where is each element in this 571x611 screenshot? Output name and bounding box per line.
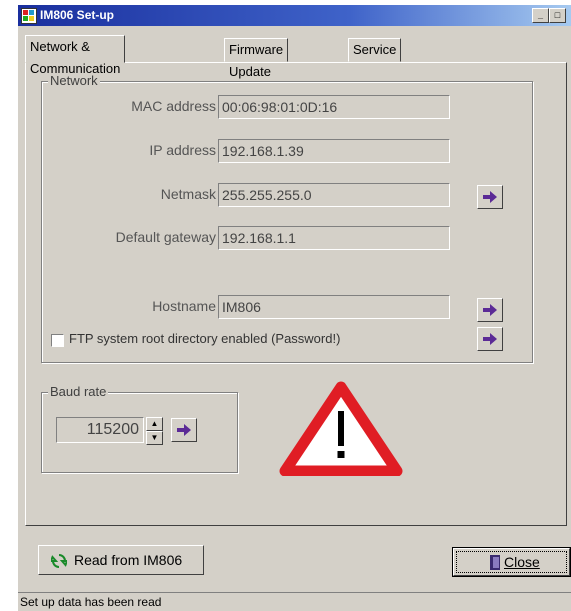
gateway-label: Default gateway [115, 229, 216, 245]
ip-address-field[interactable]: 192.168.1.39 [218, 139, 450, 163]
hostname-label: Hostname [152, 298, 216, 314]
ip-label: IP address [149, 142, 216, 158]
close-button[interactable]: Close [452, 547, 571, 577]
refresh-icon [51, 554, 67, 568]
apply-network-button[interactable] [477, 185, 503, 209]
mac-label: MAC address [131, 98, 216, 114]
door-icon [490, 555, 500, 570]
baud-rate-group: Baud rate 115200 ▲ ▼ [41, 384, 238, 473]
arrow-right-icon [483, 304, 497, 316]
mac-address-field: 00:06:98:01:0D:16 [218, 95, 450, 119]
apply-ftp-button[interactable] [477, 327, 503, 351]
spin-down-icon[interactable]: ▼ [146, 431, 163, 445]
netmask-label: Netmask [160, 186, 216, 202]
spin-up-icon[interactable]: ▲ [146, 417, 163, 431]
close-button-label: Close [504, 554, 540, 570]
warning-icon [279, 381, 403, 476]
tab-service[interactable]: Service [348, 38, 402, 62]
apply-hostname-button[interactable] [477, 298, 503, 322]
ftp-root-checkbox[interactable] [51, 334, 64, 347]
network-group: Network MAC address 00:06:98:01:0D:16 IP… [41, 73, 533, 363]
read-button-label: Read from IM806 [74, 552, 183, 568]
title-bar[interactable]: IM806 Set-up _ □ [18, 5, 571, 26]
app-icon [21, 8, 37, 24]
maximize-button[interactable]: □ [549, 8, 566, 23]
read-from-device-button[interactable]: Read from IM806 [38, 545, 204, 575]
apply-baud-button[interactable] [171, 418, 197, 442]
tab-firmware-update[interactable]: Firmware Update [224, 38, 289, 79]
arrow-right-icon [483, 333, 497, 345]
arrow-right-icon [483, 191, 497, 203]
hostname-field[interactable]: IM806 [218, 295, 450, 319]
baud-rate-field[interactable]: 115200 [56, 417, 144, 443]
netmask-field[interactable]: 255.255.255.0 [218, 183, 450, 207]
status-bar: Set up data has been read [18, 592, 571, 611]
default-gateway-field[interactable]: 192.168.1.1 [218, 226, 450, 250]
tab-panel: Network MAC address 00:06:98:01:0D:16 IP… [25, 62, 567, 526]
tab-network-communication[interactable]: Network & Communication [25, 35, 126, 76]
baud-rate-legend: Baud rate [48, 384, 109, 399]
ftp-root-label: FTP system root directory enabled (Passw… [69, 331, 341, 346]
setup-window: IM806 Set-up _ □ Network & Communication… [18, 5, 571, 611]
baud-rate-spinner[interactable]: ▲ ▼ [146, 417, 163, 445]
window-title: IM806 Set-up [40, 8, 115, 22]
arrow-right-icon [177, 424, 191, 436]
minimize-button[interactable]: _ [532, 8, 549, 23]
